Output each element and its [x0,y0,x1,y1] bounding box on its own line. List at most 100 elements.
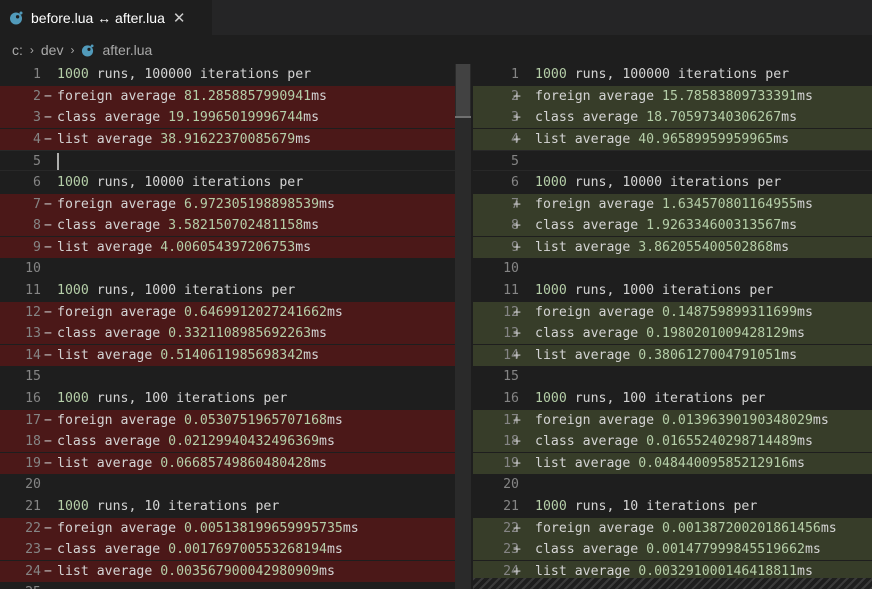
line-label: class average [535,110,647,126]
code-line[interactable]: 19− list average 0.06685749860480428ms [0,452,455,474]
code-line[interactable]: 1 1000 runs, 100000 iterations per [473,64,872,85]
code-line[interactable]: 12 + foreign average 0.148759899311699ms [473,301,872,323]
code-line[interactable]: 2− foreign average 81.2858857990941ms [0,85,455,107]
code-line[interactable]: 7 + foreign average 1.634570801164955ms [473,193,872,215]
numeric-literal: 0.04844009585212916 [638,455,790,471]
code-line[interactable]: 4− list average 38.91622370085679ms [0,128,455,150]
line-number: 2 [33,88,41,104]
code-line[interactable]: 13− class average 0.3321108985692263ms [0,323,455,345]
code-line[interactable]: 8 + class average 1.926334600313567ms [473,215,872,237]
code-line[interactable]: 22− foreign average 0.005138199659995735m… [0,517,455,539]
line-number: 11 [25,283,41,298]
line-number: 21 [25,499,41,514]
code-line[interactable]: 23− class average 0.001769700553268194ms [0,539,455,561]
line-suffix: ms [781,218,798,234]
code-line[interactable]: 8− class average 3.582150702481158ms [0,215,455,237]
code-line[interactable]: 13 + class average 0.1980201009428129ms [473,323,872,345]
breadcrumb-root[interactable]: c: [12,42,23,58]
modified-editor-pane[interactable]: 1 1000 runs, 100000 iterations per 2 + forei… [473,64,872,589]
code-line[interactable]: 17 + foreign average 0.01396390190348029ms [473,409,872,431]
scrollbar-thumb[interactable] [456,64,470,118]
line-suffix: runs, 1000 iterations per [566,283,774,298]
line-suffix: ms [789,455,805,471]
line-suffix: ms [311,88,327,104]
line-suffix: ms [319,563,335,579]
line-label: class average [57,110,169,126]
numeric-literal: 0.01655240298714489 [646,434,798,450]
code-line[interactable]: 17− foreign average 0.0530751965707168ms [0,409,455,431]
code-line[interactable]: 21 1000 runs, 10 iterations per [473,496,872,517]
code-line[interactable]: 22 + foreign average 0.001387200201861456m… [473,517,872,539]
code-line[interactable]: 3 + class average 18.70597340306267ms [473,107,872,129]
code-line[interactable]: 16 1000 runs, 100 iterations per [473,388,872,409]
added-marker-icon: + [513,434,521,450]
code-line[interactable]: 9 + list average 3.862055400502868ms [473,236,872,258]
code-line[interactable]: 18 + class average 0.01655240298714489ms [473,431,872,453]
code-line[interactable]: 16 1000 runs, 100 iterations per [0,388,455,409]
code-line[interactable]: 15 [0,366,455,387]
line-text: 1000 runs, 100 iterations per [57,388,287,409]
line-label: foreign average [535,304,663,320]
numeric-literal: 0.02129940432496369 [168,434,320,450]
code-line[interactable]: 5 [473,150,872,172]
breadcrumb-folder[interactable]: dev [41,42,64,58]
line-suffix: runs, 100000 iterations per [566,67,790,82]
code-line[interactable]: 12− foreign average 0.6469912027241662ms [0,301,455,323]
code-line[interactable]: 14− list average 0.5140611985698342ms [0,344,455,366]
code-line[interactable]: 23 + class average 0.001477999845519662ms [473,539,872,561]
line-suffix: ms [797,563,813,579]
line-text: class average 3.582150702481158ms [57,215,319,236]
line-suffix: ms [342,520,359,536]
code-line[interactable]: 21 1000 runs, 10 iterations per [0,496,455,517]
code-line[interactable]: 6 1000 runs, 10000 iterations per [473,172,872,193]
code-line[interactable]: 11 1000 runs, 1000 iterations per [473,280,872,301]
code-line[interactable]: 1 1000 runs, 100000 iterations per [0,64,455,85]
code-line[interactable]: 20 [473,474,872,495]
line-suffix: ms [797,88,813,104]
line-text: foreign average 0.001387200201861456ms [535,518,837,539]
original-editor-pane[interactable]: 1 1000 runs, 100000 iterations per 2− forei… [0,64,455,589]
line-number: 1 [511,67,519,82]
line-suffix: runs, 10000 iterations per [88,175,304,190]
numeric-literal: 6.972305198898539 [184,196,320,212]
code-line[interactable]: 15 [473,366,872,387]
removed-marker-icon: − [44,196,52,212]
tab-diff[interactable]: before.lua ↔ after.lua ✕ [0,0,212,35]
code-line[interactable]: 4 + list average 40.96589959959965ms [473,128,872,150]
line-label: list average [535,239,639,255]
code-line[interactable]: 9− list average 4.006054397206753ms [0,236,455,258]
code-line[interactable]: 2 + foreign average 15.78583809733391ms [473,85,872,107]
code-line[interactable]: 20 [0,474,455,495]
code-line[interactable]: 5 [0,150,455,172]
line-suffix: ms [804,542,821,558]
numeric-literal: 0.5140611985698342 [160,347,304,363]
code-line[interactable]: 10 [473,258,872,279]
code-line[interactable]: 24− list average 0.003567900042980909ms [0,560,455,582]
line-label: class average [57,218,169,234]
code-line[interactable]: 19 + list average 0.04844009585212916ms [473,452,872,474]
code-line[interactable]: 25 [0,582,455,589]
diff-filler-hatch [473,578,872,589]
line-suffix: ms [311,326,327,342]
breadcrumb-file[interactable]: after.lua [81,42,152,58]
code-line[interactable]: 3− class average 19.19965019996744ms [0,107,455,129]
code-line[interactable]: 14 + list average 0.3806127004791051ms [473,344,872,366]
code-line[interactable]: 6 1000 runs, 10000 iterations per [0,172,455,193]
line-label: foreign average [535,412,663,428]
numeric-literal: 0.6469912027241662 [184,304,327,320]
line-number: 5 [511,154,519,170]
numeric-literal: 40.96589959959965 [638,131,774,147]
code-line[interactable]: 10 [0,258,455,279]
line-number: 1 [33,67,41,82]
code-line[interactable]: 7− foreign average 6.972305198898539ms [0,193,455,215]
code-line[interactable]: 18− class average 0.02129940432496369ms [0,431,455,453]
scrollbar[interactable] [455,64,471,589]
line-text: list average 3.862055400502868ms [535,237,789,258]
line-number: 5 [33,154,41,170]
line-suffix: ms [789,326,805,342]
close-icon[interactable]: ✕ [173,9,186,27]
numeric-literal: 0.0530751965707168 [184,412,327,428]
added-marker-icon: + [513,304,521,320]
line-number: 25 [0,582,41,589]
code-line[interactable]: 11 1000 runs, 1000 iterations per [0,280,455,301]
